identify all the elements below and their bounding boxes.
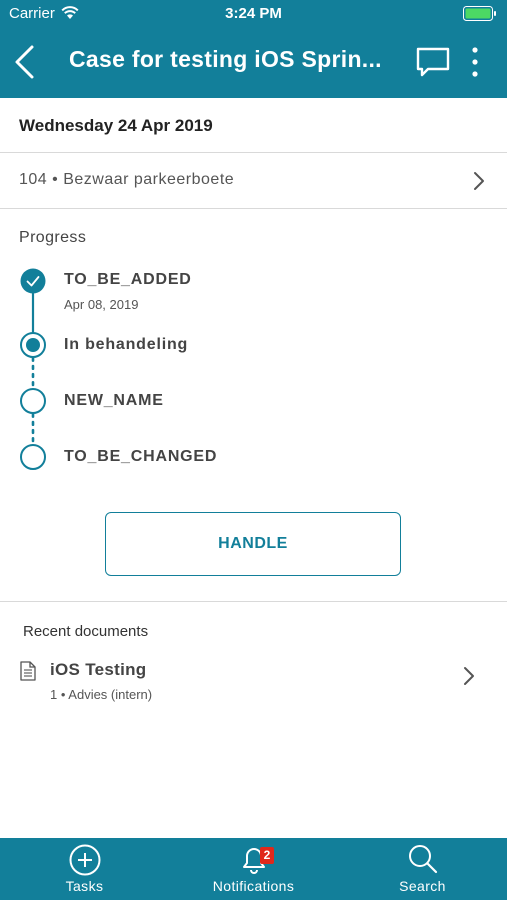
- tab-search[interactable]: Search: [338, 838, 507, 900]
- tab-tasks[interactable]: Tasks: [0, 838, 169, 900]
- plus-circle-icon: [69, 844, 101, 876]
- chevron-right-icon: [474, 172, 484, 190]
- document-subtitle: 1 • Advies (intern): [50, 687, 153, 702]
- progress-heading: Progress: [19, 229, 87, 246]
- recent-documents-heading: Recent documents: [23, 623, 149, 640]
- divider: [0, 601, 507, 602]
- date-row: Wednesday 24 Apr 2019: [0, 98, 507, 153]
- step-date: Apr 08, 2019: [64, 297, 139, 312]
- chevron-right-icon: [464, 667, 474, 685]
- step-done-icon: [20, 268, 46, 294]
- back-icon[interactable]: [12, 44, 42, 80]
- document-icon: [20, 661, 36, 681]
- tab-notifications[interactable]: Notifications: [169, 838, 338, 900]
- handle-button[interactable]: HANDLE: [105, 512, 401, 576]
- more-icon[interactable]: [466, 46, 484, 78]
- document-title: iOS Testing: [50, 660, 147, 679]
- page-title: Case for testing iOS Sprin...: [69, 46, 382, 72]
- step-current-icon: [20, 332, 46, 358]
- status-bar: Carrier 3:24 PM: [0, 0, 507, 28]
- step-label: TO_BE_CHANGED: [64, 448, 218, 465]
- document-item[interactable]: iOS Testing 1 • Advies (intern): [0, 652, 507, 712]
- case-label: 104 • Bezwaar parkeerboete: [19, 171, 235, 188]
- date-label: Wednesday 24 Apr 2019: [19, 116, 213, 135]
- battery-icon: [463, 6, 496, 21]
- tab-label: Search: [399, 878, 446, 894]
- step-label: In behandeling: [64, 336, 189, 353]
- notification-badge: 2: [260, 847, 274, 864]
- chat-icon[interactable]: [415, 46, 451, 78]
- status-time: 3:24 PM: [225, 5, 282, 22]
- tab-label: Notifications: [212, 878, 295, 894]
- step-pending-icon: [20, 388, 46, 414]
- step-label: TO_BE_ADDED: [64, 271, 192, 288]
- case-row[interactable]: 104 • Bezwaar parkeerboete: [0, 153, 507, 209]
- step-pending-icon: [20, 444, 46, 470]
- top-bar: Carrier 3:24 PM Case for testing iOS Spr…: [0, 0, 507, 98]
- tab-bar: Tasks Notifications 2 Search: [0, 838, 507, 900]
- tab-label: Tasks: [65, 878, 104, 894]
- search-icon: [409, 845, 438, 874]
- step-label: NEW_NAME: [64, 392, 164, 409]
